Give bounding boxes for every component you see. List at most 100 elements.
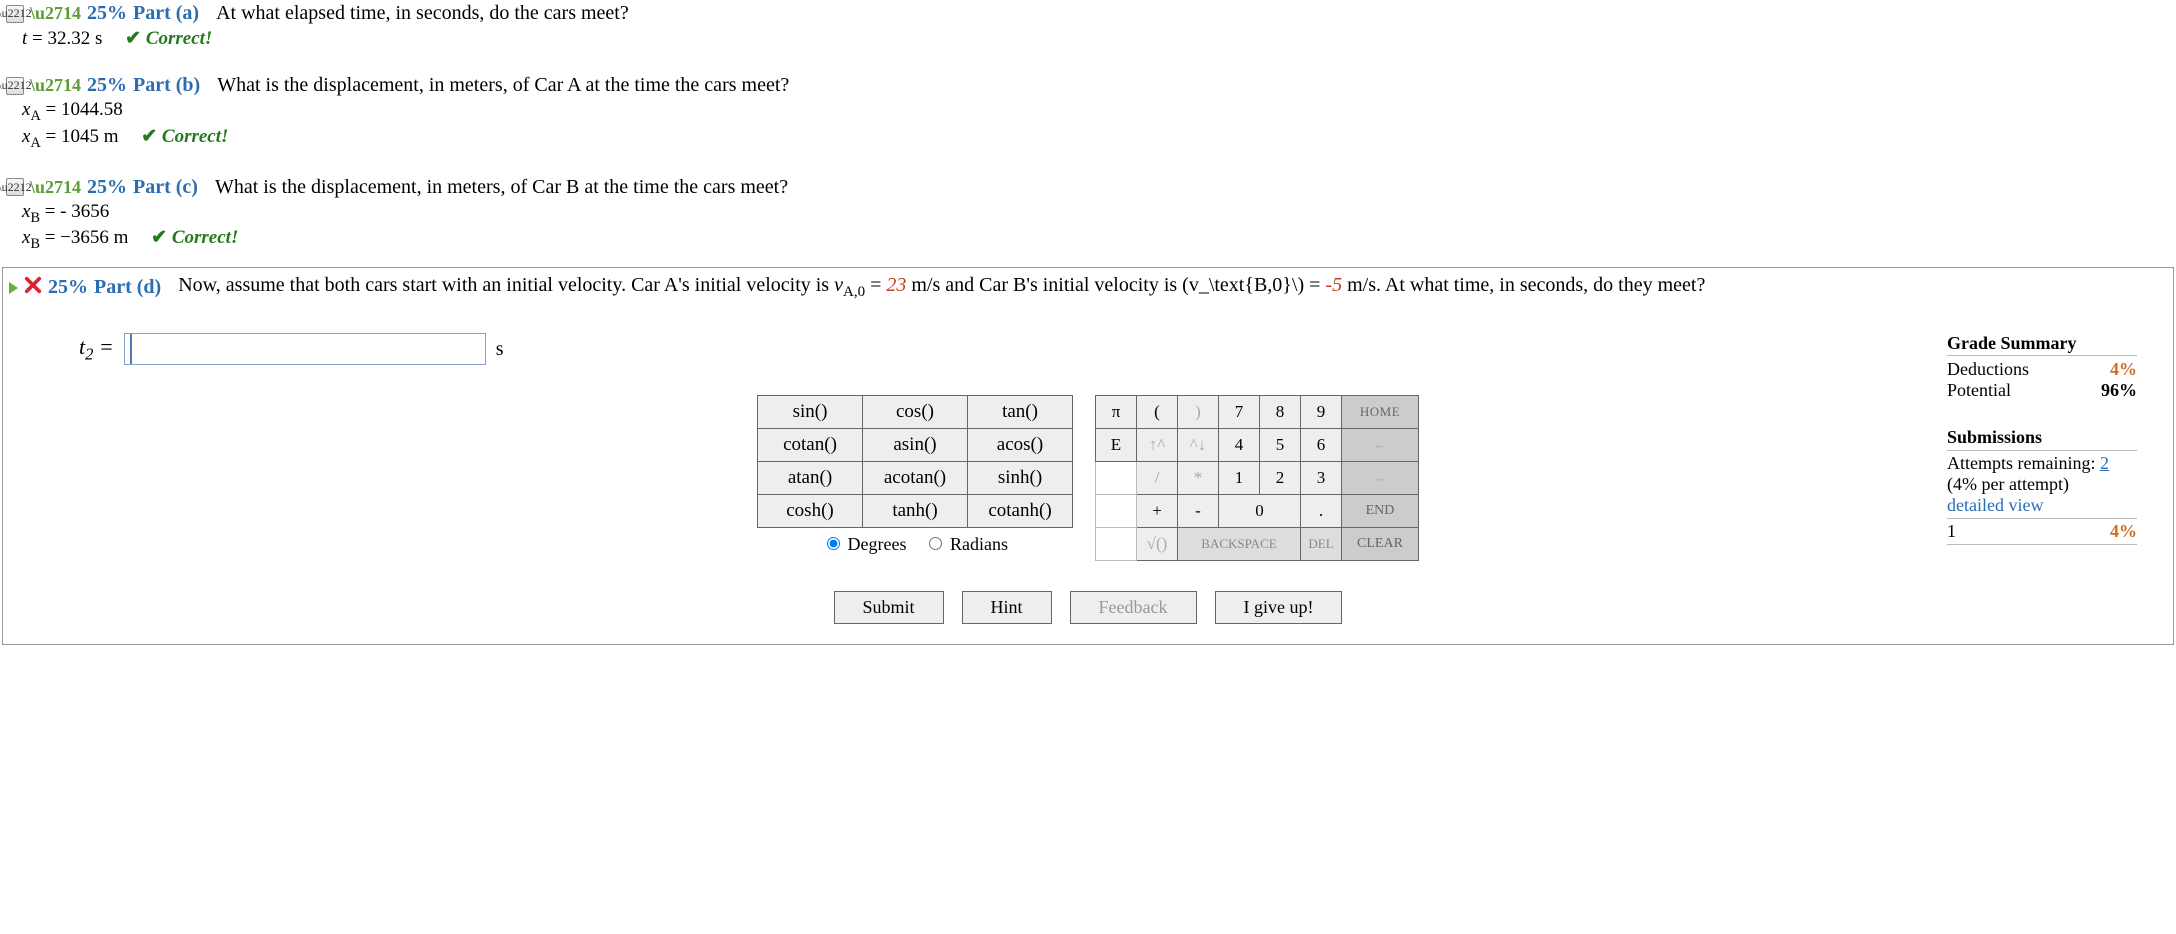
- x-icon: [24, 276, 42, 300]
- key-3[interactable]: 3: [1301, 462, 1342, 495]
- check-icon: \u2714: [30, 75, 81, 96]
- part-a-label: Part (a): [133, 2, 199, 25]
- correct-badge: Correct!: [151, 227, 238, 248]
- func-atan[interactable]: atan(): [758, 462, 863, 495]
- numeric-keypad: π ( ) 7 8 9 HOME E ↑^ ^↓ 4 5 6: [1095, 395, 1419, 561]
- deductions-value: 4%: [2110, 359, 2137, 380]
- part-c-question: What is the displacement, in meters, of …: [215, 176, 788, 199]
- part-c-answer-1: xB = - 3656: [0, 201, 2176, 227]
- func-sin[interactable]: sin(): [758, 396, 863, 429]
- part-c-label: Part (c): [133, 176, 198, 199]
- collapse-icon[interactable]: \u2212: [6, 178, 24, 196]
- part-c-percent: 25%: [87, 176, 127, 199]
- part-b-header: \u2212 \u2714 25% Part (b) What is the d…: [0, 72, 2176, 99]
- part-d-header: 25% Part (d) Now, assume that both cars …: [9, 272, 2167, 303]
- answer-entry: t2 = s: [79, 333, 2167, 365]
- part-d-label: Part (d): [94, 276, 161, 299]
- part-a-answer: t = 32.32 s Correct!: [0, 27, 2176, 50]
- key-7[interactable]: 7: [1219, 396, 1260, 429]
- key-blank: [1096, 495, 1137, 528]
- part-b-question: What is the displacement, in meters, of …: [217, 74, 789, 97]
- key-left[interactable]: ←: [1342, 429, 1419, 462]
- key-8[interactable]: 8: [1260, 396, 1301, 429]
- attempt-deduction: 4%: [2110, 521, 2137, 542]
- key-clear[interactable]: CLEAR: [1342, 528, 1419, 561]
- key-blank: [1096, 528, 1137, 561]
- key-caret-down[interactable]: ^↓: [1178, 429, 1219, 462]
- part-a-question: At what elapsed time, in seconds, do the…: [216, 2, 629, 25]
- key-0[interactable]: 0: [1219, 495, 1301, 528]
- key-divide[interactable]: /: [1137, 462, 1178, 495]
- func-acos[interactable]: acos(): [968, 429, 1073, 462]
- function-pad: sin() cos() tan() cotan() asin() acos() …: [757, 395, 1073, 560]
- answer-input-wrap: [124, 333, 486, 365]
- key-E[interactable]: E: [1096, 429, 1137, 462]
- key-4[interactable]: 4: [1219, 429, 1260, 462]
- check-icon: \u2714: [30, 3, 81, 24]
- key-minus[interactable]: -: [1178, 495, 1219, 528]
- key-pi[interactable]: π: [1096, 396, 1137, 429]
- func-cotanh[interactable]: cotanh(): [968, 495, 1073, 528]
- key-home[interactable]: HOME: [1342, 396, 1419, 429]
- key-plus[interactable]: +: [1137, 495, 1178, 528]
- hint-button[interactable]: Hint: [962, 591, 1052, 624]
- grade-title: Grade Summary: [1947, 333, 2137, 354]
- part-d-percent: 25%: [48, 276, 88, 299]
- submissions-title: Submissions: [1947, 427, 2137, 448]
- key-del[interactable]: DEL: [1301, 528, 1342, 561]
- check-icon: \u2714: [30, 177, 81, 198]
- giveup-button[interactable]: I give up!: [1215, 591, 1343, 624]
- func-tanh[interactable]: tanh(): [863, 495, 968, 528]
- func-sinh[interactable]: sinh(): [968, 462, 1073, 495]
- grade-summary: Grade Summary Deductions4% Potential96% …: [1947, 333, 2137, 547]
- func-asin[interactable]: asin(): [863, 429, 968, 462]
- key-multiply[interactable]: *: [1178, 462, 1219, 495]
- key-5[interactable]: 5: [1260, 429, 1301, 462]
- part-c-answer-2: xB = −3656 m Correct!: [0, 226, 2176, 253]
- key-right[interactable]: →: [1342, 462, 1419, 495]
- detailed-view-link[interactable]: detailed view: [1947, 495, 2137, 516]
- func-cotan[interactable]: cotan(): [758, 429, 863, 462]
- key-backspace[interactable]: BACKSPACE: [1178, 528, 1301, 561]
- key-9[interactable]: 9: [1301, 396, 1342, 429]
- part-a-header: \u2212 \u2714 25% Part (a) At what elaps…: [0, 0, 2176, 27]
- part-b-label: Part (b): [133, 74, 200, 97]
- key-6[interactable]: 6: [1301, 429, 1342, 462]
- action-buttons: Submit Hint Feedback I give up!: [9, 591, 2167, 624]
- feedback-button: Feedback: [1070, 591, 1197, 624]
- part-b-percent: 25%: [87, 74, 127, 97]
- key-dot[interactable]: .: [1301, 495, 1342, 528]
- key-1[interactable]: 1: [1219, 462, 1260, 495]
- func-acotan[interactable]: acotan(): [863, 462, 968, 495]
- answer-input[interactable]: [132, 337, 484, 362]
- attempts-remaining: Attempts remaining: 2: [1947, 453, 2137, 474]
- expand-icon[interactable]: [9, 282, 18, 294]
- answer-unit: s: [496, 338, 504, 361]
- answer-variable: t2 =: [79, 334, 114, 364]
- part-a-percent: 25%: [87, 2, 127, 25]
- attempt-number: 1: [1947, 521, 1956, 542]
- part-d-container: 25% Part (d) Now, assume that both cars …: [2, 267, 2174, 645]
- mode-radians[interactable]: Radians: [924, 534, 1008, 554]
- collapse-icon[interactable]: \u2212: [6, 5, 24, 23]
- key-rparen[interactable]: ): [1178, 396, 1219, 429]
- collapse-icon[interactable]: \u2212: [6, 77, 24, 95]
- calculator-area: sin() cos() tan() cotan() asin() acos() …: [9, 395, 2167, 561]
- correct-badge: Correct!: [141, 126, 228, 147]
- correct-badge: Correct!: [125, 28, 212, 49]
- func-cosh[interactable]: cosh(): [758, 495, 863, 528]
- part-b-answer-1: xA = 1044.58: [0, 99, 2176, 125]
- key-blank: [1096, 462, 1137, 495]
- part-c-header: \u2212 \u2714 25% Part (c) What is the d…: [0, 174, 2176, 201]
- func-tan[interactable]: tan(): [968, 396, 1073, 429]
- key-lparen[interactable]: (: [1137, 396, 1178, 429]
- submit-button[interactable]: Submit: [834, 591, 944, 624]
- mode-degrees[interactable]: Degrees: [822, 534, 906, 554]
- part-d-question: Now, assume that both cars start with an…: [178, 274, 1705, 301]
- func-cos[interactable]: cos(): [863, 396, 968, 429]
- per-attempt: (4% per attempt): [1947, 474, 2137, 495]
- key-2[interactable]: 2: [1260, 462, 1301, 495]
- key-caret-up[interactable]: ↑^: [1137, 429, 1178, 462]
- key-sqrt[interactable]: √(): [1137, 528, 1178, 561]
- key-end[interactable]: END: [1342, 495, 1419, 528]
